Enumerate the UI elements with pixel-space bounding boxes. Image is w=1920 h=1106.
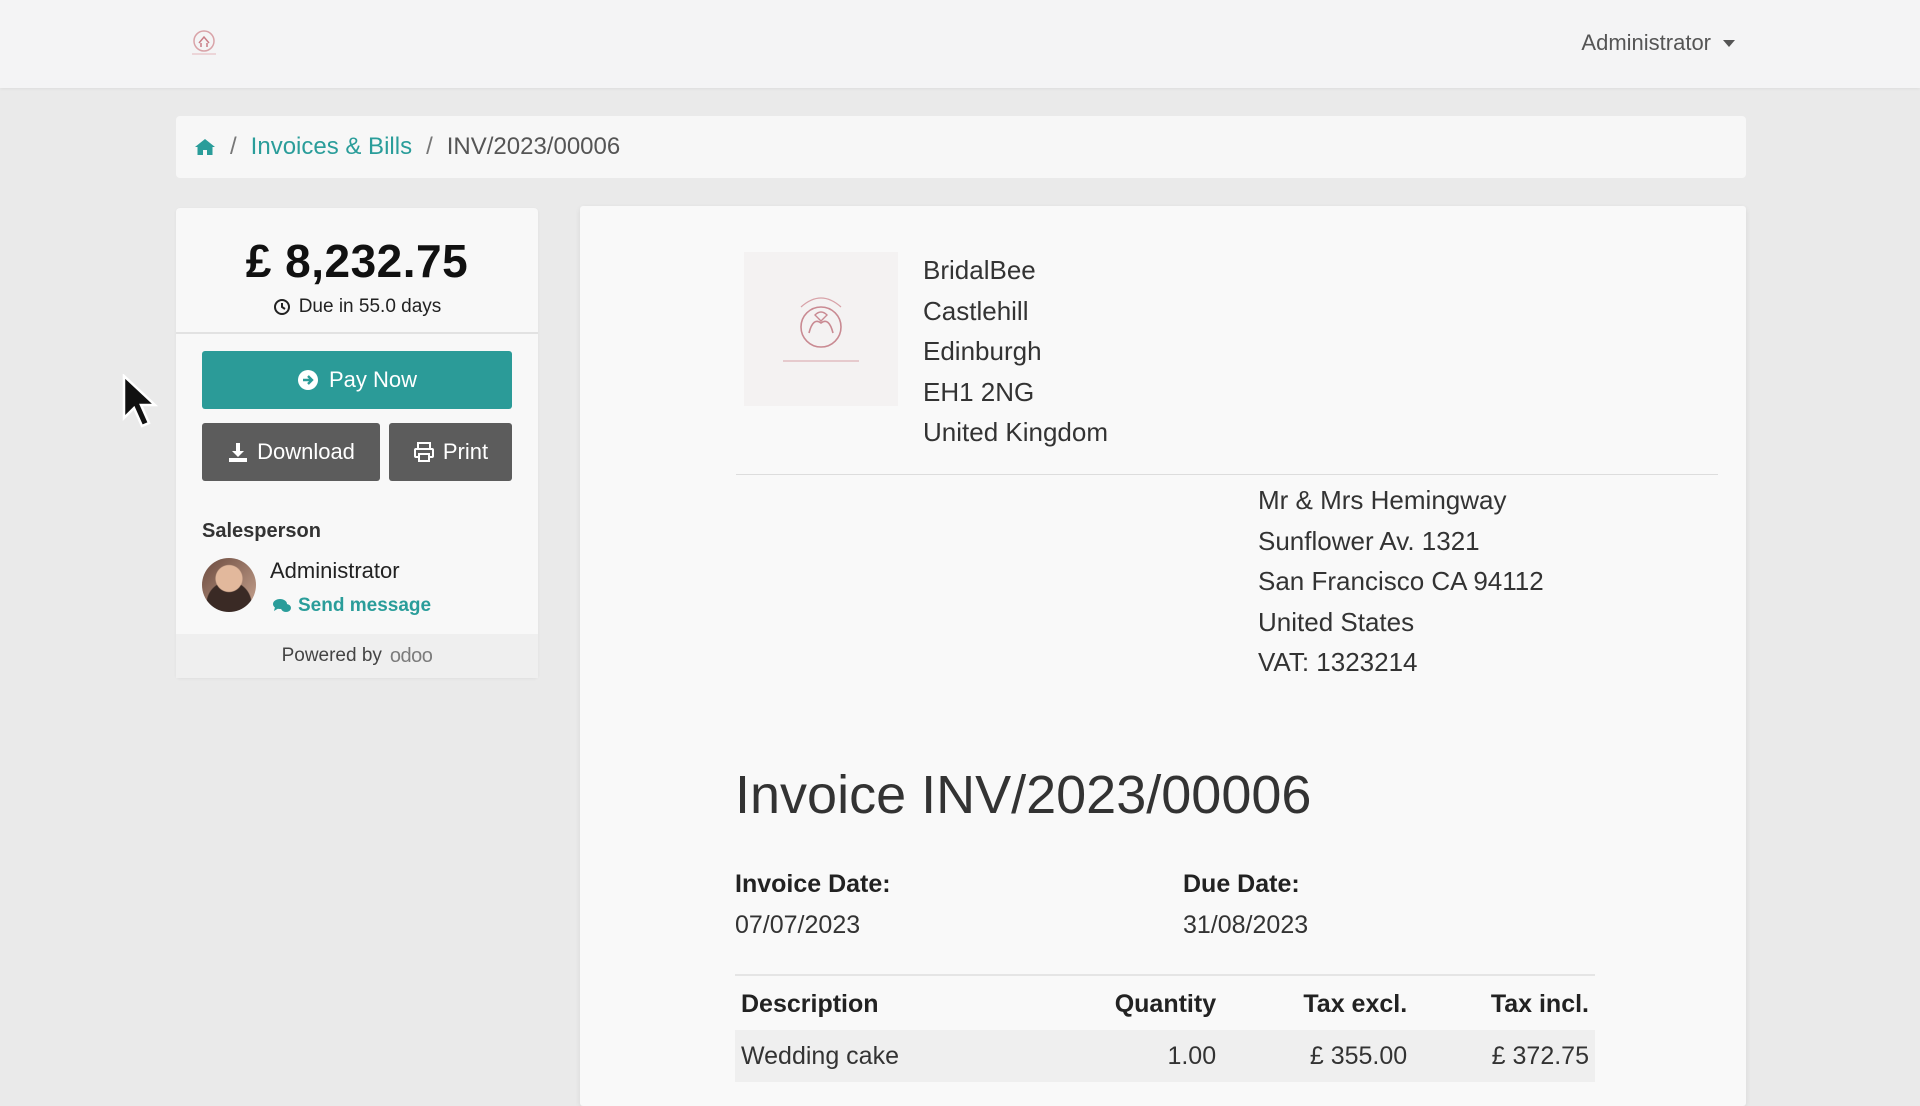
line-quantity: 1.00 — [1167, 1041, 1217, 1070]
company-city: Edinburgh — [923, 336, 1042, 366]
top-navbar: Administrator — [0, 0, 1920, 88]
invoice-date-value: 07/07/2023 — [735, 911, 861, 939]
line-tax-excl: £ 355.00 — [1309, 1041, 1408, 1070]
download-icon — [229, 443, 248, 462]
due-date-value: 31/08/2023 — [1183, 911, 1309, 939]
send-message-link[interactable]: Send message — [272, 595, 431, 617]
powered-by-footer: Powered by odoo — [176, 634, 538, 678]
due-info: Due in 55.0 days — [176, 296, 538, 318]
invoice-title: Invoice INV/2023/00006 — [735, 765, 1312, 825]
customer-city: San Francisco CA 94112 — [1258, 566, 1544, 596]
breadcrumb: / Invoices & Bills / INV/2023/00006 — [176, 116, 1746, 178]
salesperson-heading: Salesperson — [202, 520, 321, 542]
download-button[interactable]: Download — [202, 423, 380, 481]
salesperson-name: Administrator — [270, 558, 400, 583]
company-country: United Kingdom — [923, 417, 1108, 447]
print-label: Print — [442, 439, 489, 464]
powered-by-text: Powered by — [281, 645, 382, 666]
user-menu-dropdown[interactable]: Administrator — [1581, 30, 1735, 56]
home-icon[interactable] — [194, 137, 216, 157]
company-street: Castlehill — [923, 295, 1029, 326]
breadcrumb-invoices-link[interactable]: Invoices & Bills — [251, 133, 412, 161]
customer-name: Mr & Mrs Hemingway — [1258, 485, 1507, 515]
company-postcode: EH1 2NG — [923, 376, 1035, 407]
comments-icon — [273, 599, 291, 612]
clock-icon — [273, 299, 290, 315]
table-header-row: Description Quantity Tax excl. Tax incl. — [735, 978, 1595, 1030]
caret-down-icon — [1723, 39, 1735, 47]
company-address: BridalBee Castlehill Edinburgh EH1 2NG U… — [923, 250, 1108, 453]
mouse-pointer-icon — [122, 373, 159, 435]
invoice-document: BridalBee Castlehill Edinburgh EH1 2NG U… — [580, 206, 1746, 1106]
invoice-date-label: Invoice Date: — [735, 870, 891, 898]
col-tax-incl: Tax incl. — [1490, 989, 1589, 1018]
download-label: Download — [257, 439, 355, 464]
table-row: Wedding cake 1.00 £ 355.00 £ 372.75 — [735, 1030, 1595, 1082]
arrow-circle-right-icon — [297, 370, 318, 390]
amount-due: £ 8,232.75 — [245, 235, 469, 287]
col-tax-excl: Tax excl. — [1303, 989, 1408, 1018]
invoice-summary-card: £ 8,232.75 Due in 55.0 days Pay Now Down… — [176, 208, 538, 678]
printer-icon — [413, 442, 434, 462]
due-date-label: Due Date: — [1183, 870, 1300, 898]
col-description: Description — [741, 989, 879, 1018]
customer-vat: VAT: 1323214 — [1258, 647, 1418, 677]
breadcrumb-separator: / — [230, 133, 237, 160]
pay-now-label: Pay Now — [328, 367, 418, 392]
print-button[interactable]: Print — [389, 423, 512, 481]
breadcrumb-current: INV/2023/00006 — [446, 133, 621, 160]
line-tax-incl: £ 372.75 — [1491, 1041, 1589, 1070]
company-name: BridalBee — [923, 255, 1036, 285]
col-quantity: Quantity — [1114, 989, 1217, 1018]
odoo-logo[interactable]: odoo — [390, 645, 433, 668]
company-logo-icon[interactable] — [182, 24, 226, 60]
customer-country: United States — [1258, 606, 1415, 637]
invoice-lines-table: Description Quantity Tax excl. Tax incl.… — [735, 978, 1595, 1082]
user-menu-label: Administrator — [1581, 30, 1711, 55]
line-description: Wedding cake — [741, 1041, 899, 1070]
breadcrumb-separator: / — [426, 133, 433, 160]
header-divider — [736, 474, 1718, 475]
salesperson-avatar — [202, 558, 256, 612]
pay-now-button[interactable]: Pay Now — [202, 351, 512, 409]
due-text: Due in 55.0 days — [298, 296, 442, 317]
amount-section: £ 8,232.75 Due in 55.0 days — [176, 208, 538, 334]
send-message-label: Send message — [298, 595, 432, 616]
table-top-divider — [735, 974, 1595, 976]
customer-address: Mr & Mrs Hemingway Sunflower Av. 1321 Sa… — [1258, 480, 1544, 683]
bridalbee-logo — [744, 252, 898, 406]
customer-street: Sunflower Av. 1321 — [1258, 525, 1480, 556]
